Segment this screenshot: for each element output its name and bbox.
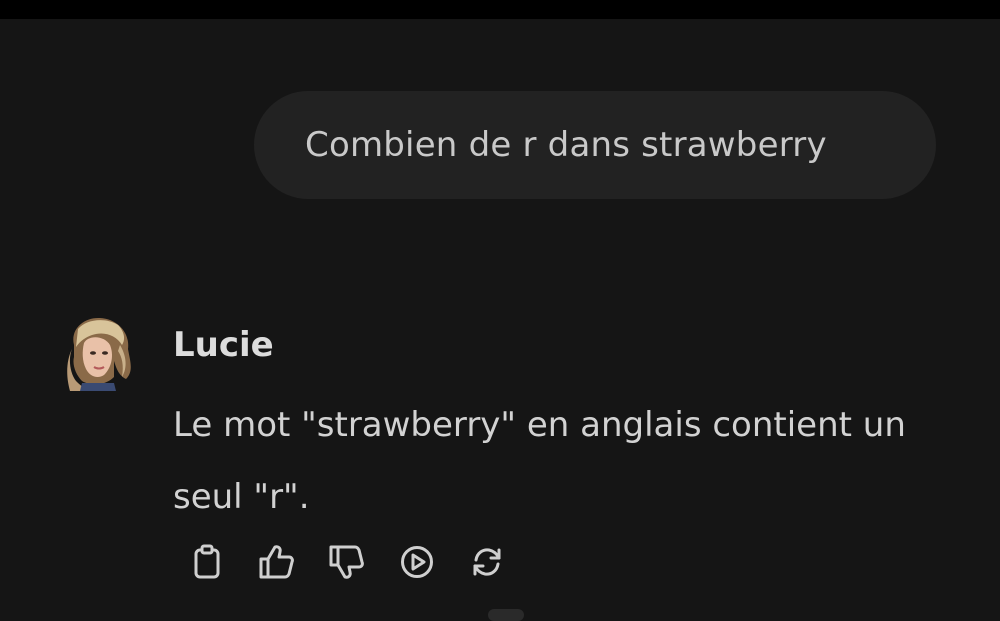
- chat-thread: Combien de r dans strawberry Lucie Le mo…: [0, 19, 1000, 621]
- assistant-message-text: Le mot "strawberry" en anglais contient …: [173, 405, 906, 517]
- read-aloud-button[interactable]: [398, 543, 436, 581]
- assistant-avatar-image: [67, 317, 131, 391]
- thumbs-up-icon: [259, 545, 294, 579]
- play-circle-icon: [401, 546, 433, 578]
- message-actions: [188, 542, 538, 582]
- like-button[interactable]: [258, 543, 296, 581]
- assistant-name: Lucie: [173, 325, 274, 365]
- refresh-icon: [473, 548, 501, 576]
- top-bar: [0, 0, 1000, 19]
- regenerate-button[interactable]: [468, 543, 506, 581]
- dislike-button[interactable]: [328, 543, 366, 581]
- clipboard-icon: [194, 544, 220, 579]
- copy-button[interactable]: [188, 543, 226, 581]
- scroll-indicator: [488, 609, 524, 621]
- assistant-avatar: [64, 315, 132, 391]
- user-message-bubble: Combien de r dans strawberry: [254, 91, 936, 199]
- user-message-text: Combien de r dans strawberry: [305, 125, 827, 165]
- thumbs-down-icon: [329, 545, 364, 579]
